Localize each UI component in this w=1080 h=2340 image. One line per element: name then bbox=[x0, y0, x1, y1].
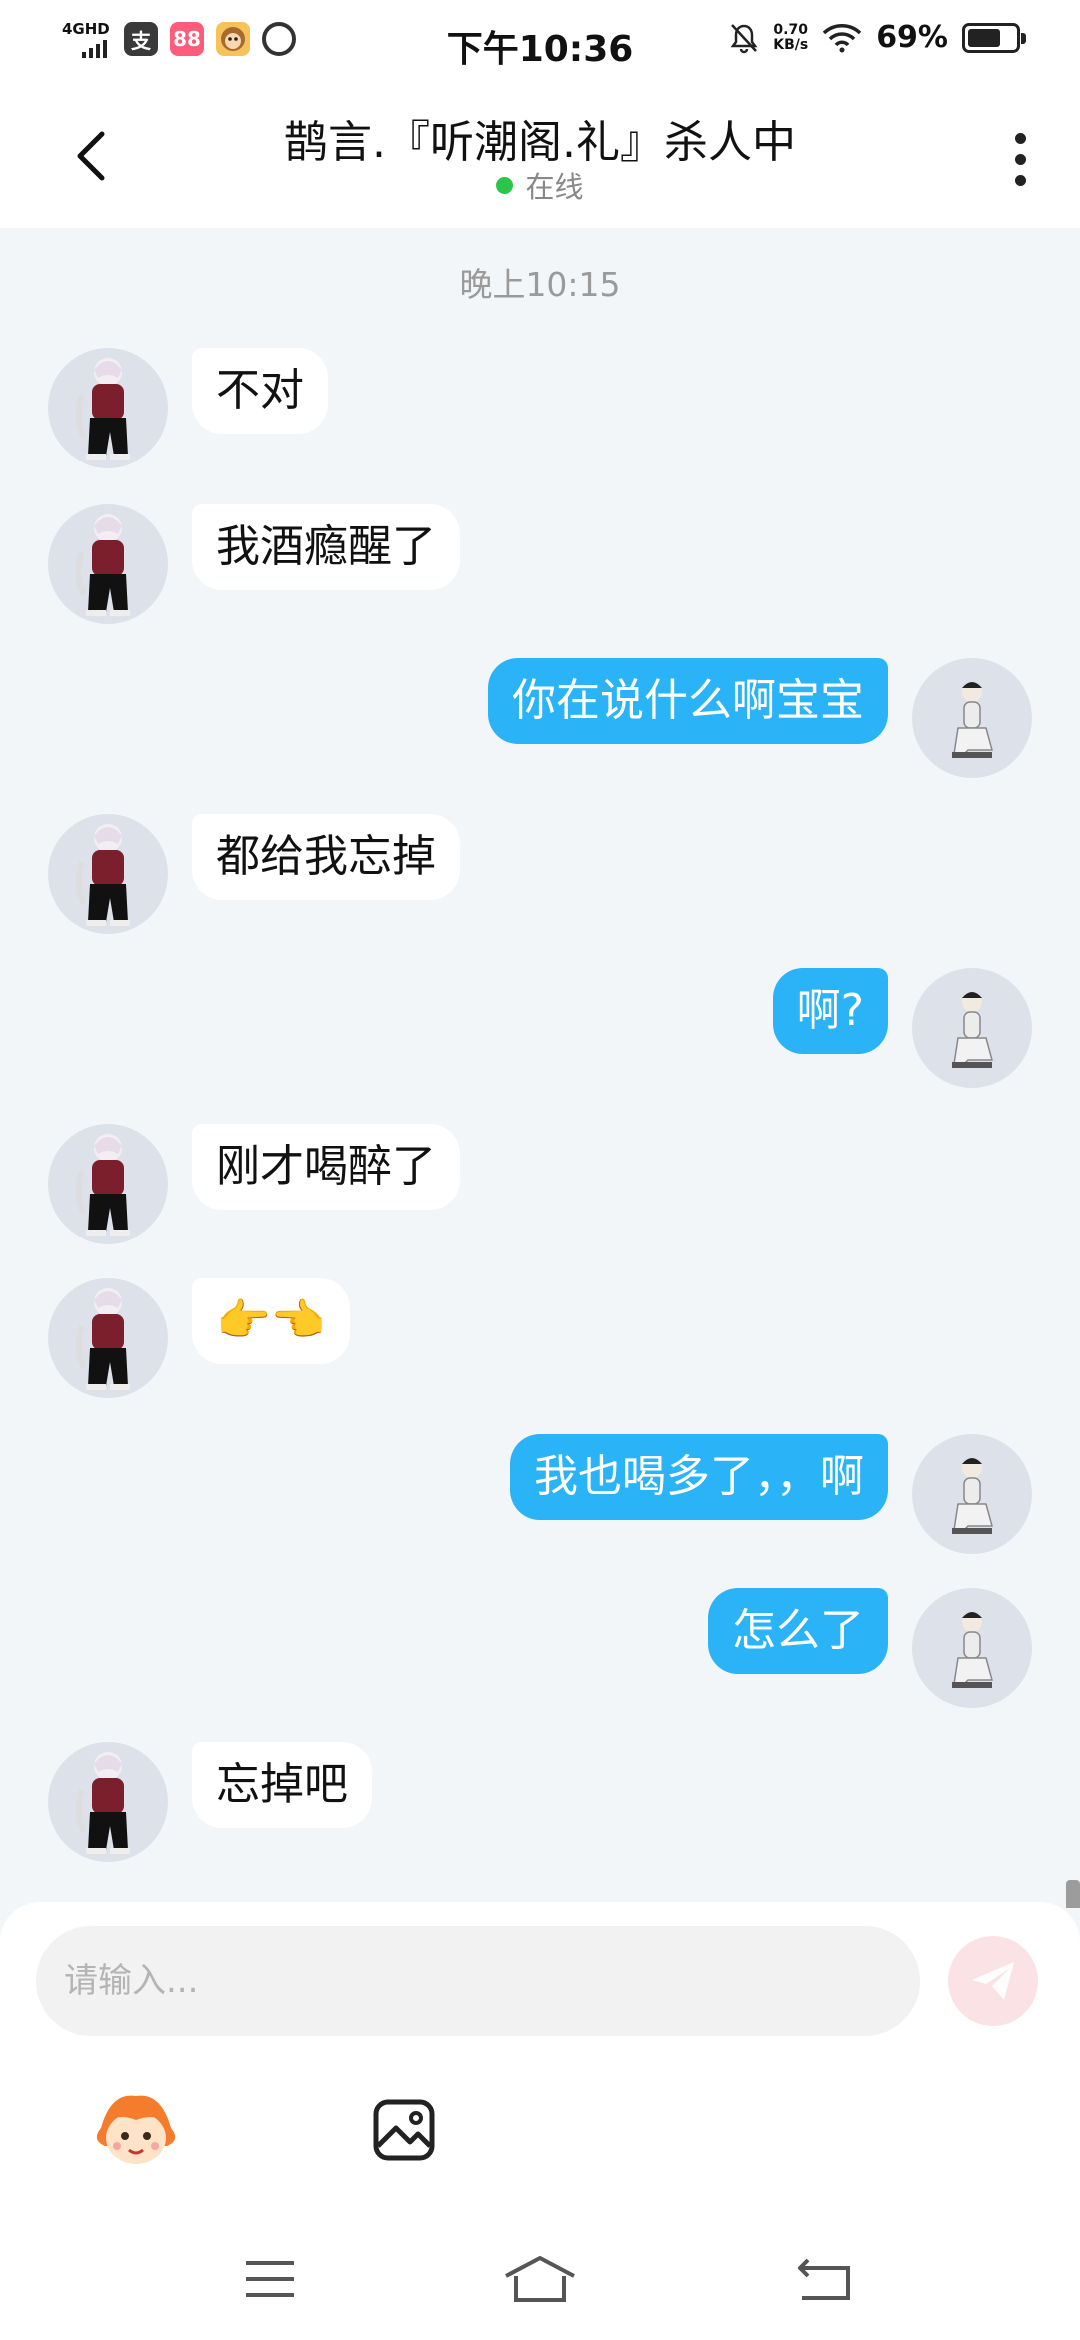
paper-plane-icon bbox=[972, 1962, 1014, 2000]
outgoing-bubble[interactable]: 你在说什么啊宝宝 bbox=[488, 658, 888, 744]
online-label: 在线 bbox=[525, 170, 584, 204]
incoming-bubble[interactable]: 👉👈 bbox=[192, 1278, 350, 1364]
message-row: 怎么了 bbox=[0, 1588, 1080, 1712]
contact-name: 鹊言.『听潮阁.礼』杀人中 bbox=[284, 117, 796, 168]
image-icon bbox=[373, 2099, 435, 2161]
my-avatar[interactable] bbox=[912, 968, 1032, 1088]
back-icon bbox=[798, 2258, 850, 2300]
outgoing-bubble[interactable]: 啊? bbox=[772, 968, 888, 1054]
contact-avatar[interactable] bbox=[48, 814, 168, 934]
more-options-button[interactable] bbox=[1000, 124, 1040, 194]
message-row: 我酒瘾醒了 bbox=[0, 504, 1080, 628]
home-icon bbox=[505, 2256, 575, 2302]
message-list[interactable]: 晚上10:15 不对 我酒瘾醒了 你在说什么啊宝宝 都给我忘掉 啊? 刚才喝醉了… bbox=[0, 228, 1080, 1908]
speed-unit: KB/s bbox=[773, 36, 809, 53]
incoming-bubble[interactable]: 忘掉吧 bbox=[192, 1742, 372, 1828]
battery-icon bbox=[962, 22, 1026, 53]
outgoing-bubble[interactable]: 怎么了 bbox=[708, 1588, 888, 1674]
menu-icon bbox=[246, 2261, 294, 2297]
mute-bell-icon bbox=[730, 23, 758, 53]
incoming-bubble[interactable]: 不对 bbox=[192, 348, 328, 434]
contact-avatar[interactable] bbox=[48, 1124, 168, 1244]
chat-header: 鹊言.『听潮阁.礼』杀人中 在线 bbox=[0, 84, 1080, 228]
incoming-bubble[interactable]: 都给我忘掉 bbox=[192, 814, 460, 900]
my-avatar[interactable] bbox=[912, 658, 1032, 778]
contact-avatar[interactable] bbox=[48, 348, 168, 468]
mascot-face-icon bbox=[96, 2095, 176, 2164]
contact-avatar[interactable] bbox=[48, 1278, 168, 1398]
wifi-icon bbox=[822, 23, 862, 52]
message-row: 我也喝多了，，啊 bbox=[0, 1434, 1080, 1558]
speed-value: 0.70 bbox=[773, 21, 808, 38]
message-timestamp: 晚上10:15 bbox=[459, 265, 621, 304]
nav-home-button[interactable] bbox=[500, 2244, 580, 2314]
network-speed: 0.70 KB/s bbox=[773, 21, 809, 53]
status-bar: 4GHD 支 88 下午10:36 0.70 KB/s 69% bbox=[0, 0, 1080, 84]
nav-menu-button[interactable] bbox=[230, 2244, 310, 2314]
message-row: 啊? bbox=[0, 968, 1080, 1092]
incoming-bubble[interactable]: 我酒瘾醒了 bbox=[192, 504, 460, 590]
message-row: 不对 bbox=[0, 348, 1080, 472]
contact-avatar[interactable] bbox=[48, 504, 168, 624]
incoming-bubble[interactable]: 刚才喝醉了 bbox=[192, 1124, 460, 1210]
system-nav-bar bbox=[0, 2220, 1080, 2340]
message-row: 刚才喝醉了 bbox=[0, 1124, 1080, 1248]
image-button[interactable] bbox=[356, 2082, 452, 2178]
message-row: 忘掉吧 bbox=[0, 1742, 1080, 1866]
composer-panel bbox=[0, 1902, 1080, 2340]
my-avatar[interactable] bbox=[912, 1588, 1032, 1708]
message-row: 👉👈 bbox=[0, 1278, 1080, 1402]
my-avatar[interactable] bbox=[912, 1434, 1032, 1554]
nav-back-button[interactable] bbox=[784, 2244, 864, 2314]
message-input[interactable] bbox=[36, 1926, 920, 2036]
outgoing-bubble[interactable]: 我也喝多了，，啊 bbox=[510, 1434, 888, 1520]
battery-percent: 69% bbox=[876, 20, 948, 55]
status-right: 0.70 KB/s 69% bbox=[729, 20, 1026, 55]
online-dot bbox=[496, 177, 514, 194]
message-row: 你在说什么啊宝宝 bbox=[0, 658, 1080, 782]
emoji-button[interactable] bbox=[88, 2082, 184, 2178]
message-row: 都给我忘掉 bbox=[0, 814, 1080, 938]
send-button[interactable] bbox=[948, 1936, 1038, 2026]
online-status: 在线 bbox=[0, 164, 1080, 206]
battery-fill bbox=[968, 28, 1000, 47]
more-vertical-icon bbox=[1014, 132, 1026, 144]
contact-avatar[interactable] bbox=[48, 1742, 168, 1862]
scrollbar-thumb[interactable] bbox=[1066, 1880, 1080, 1908]
